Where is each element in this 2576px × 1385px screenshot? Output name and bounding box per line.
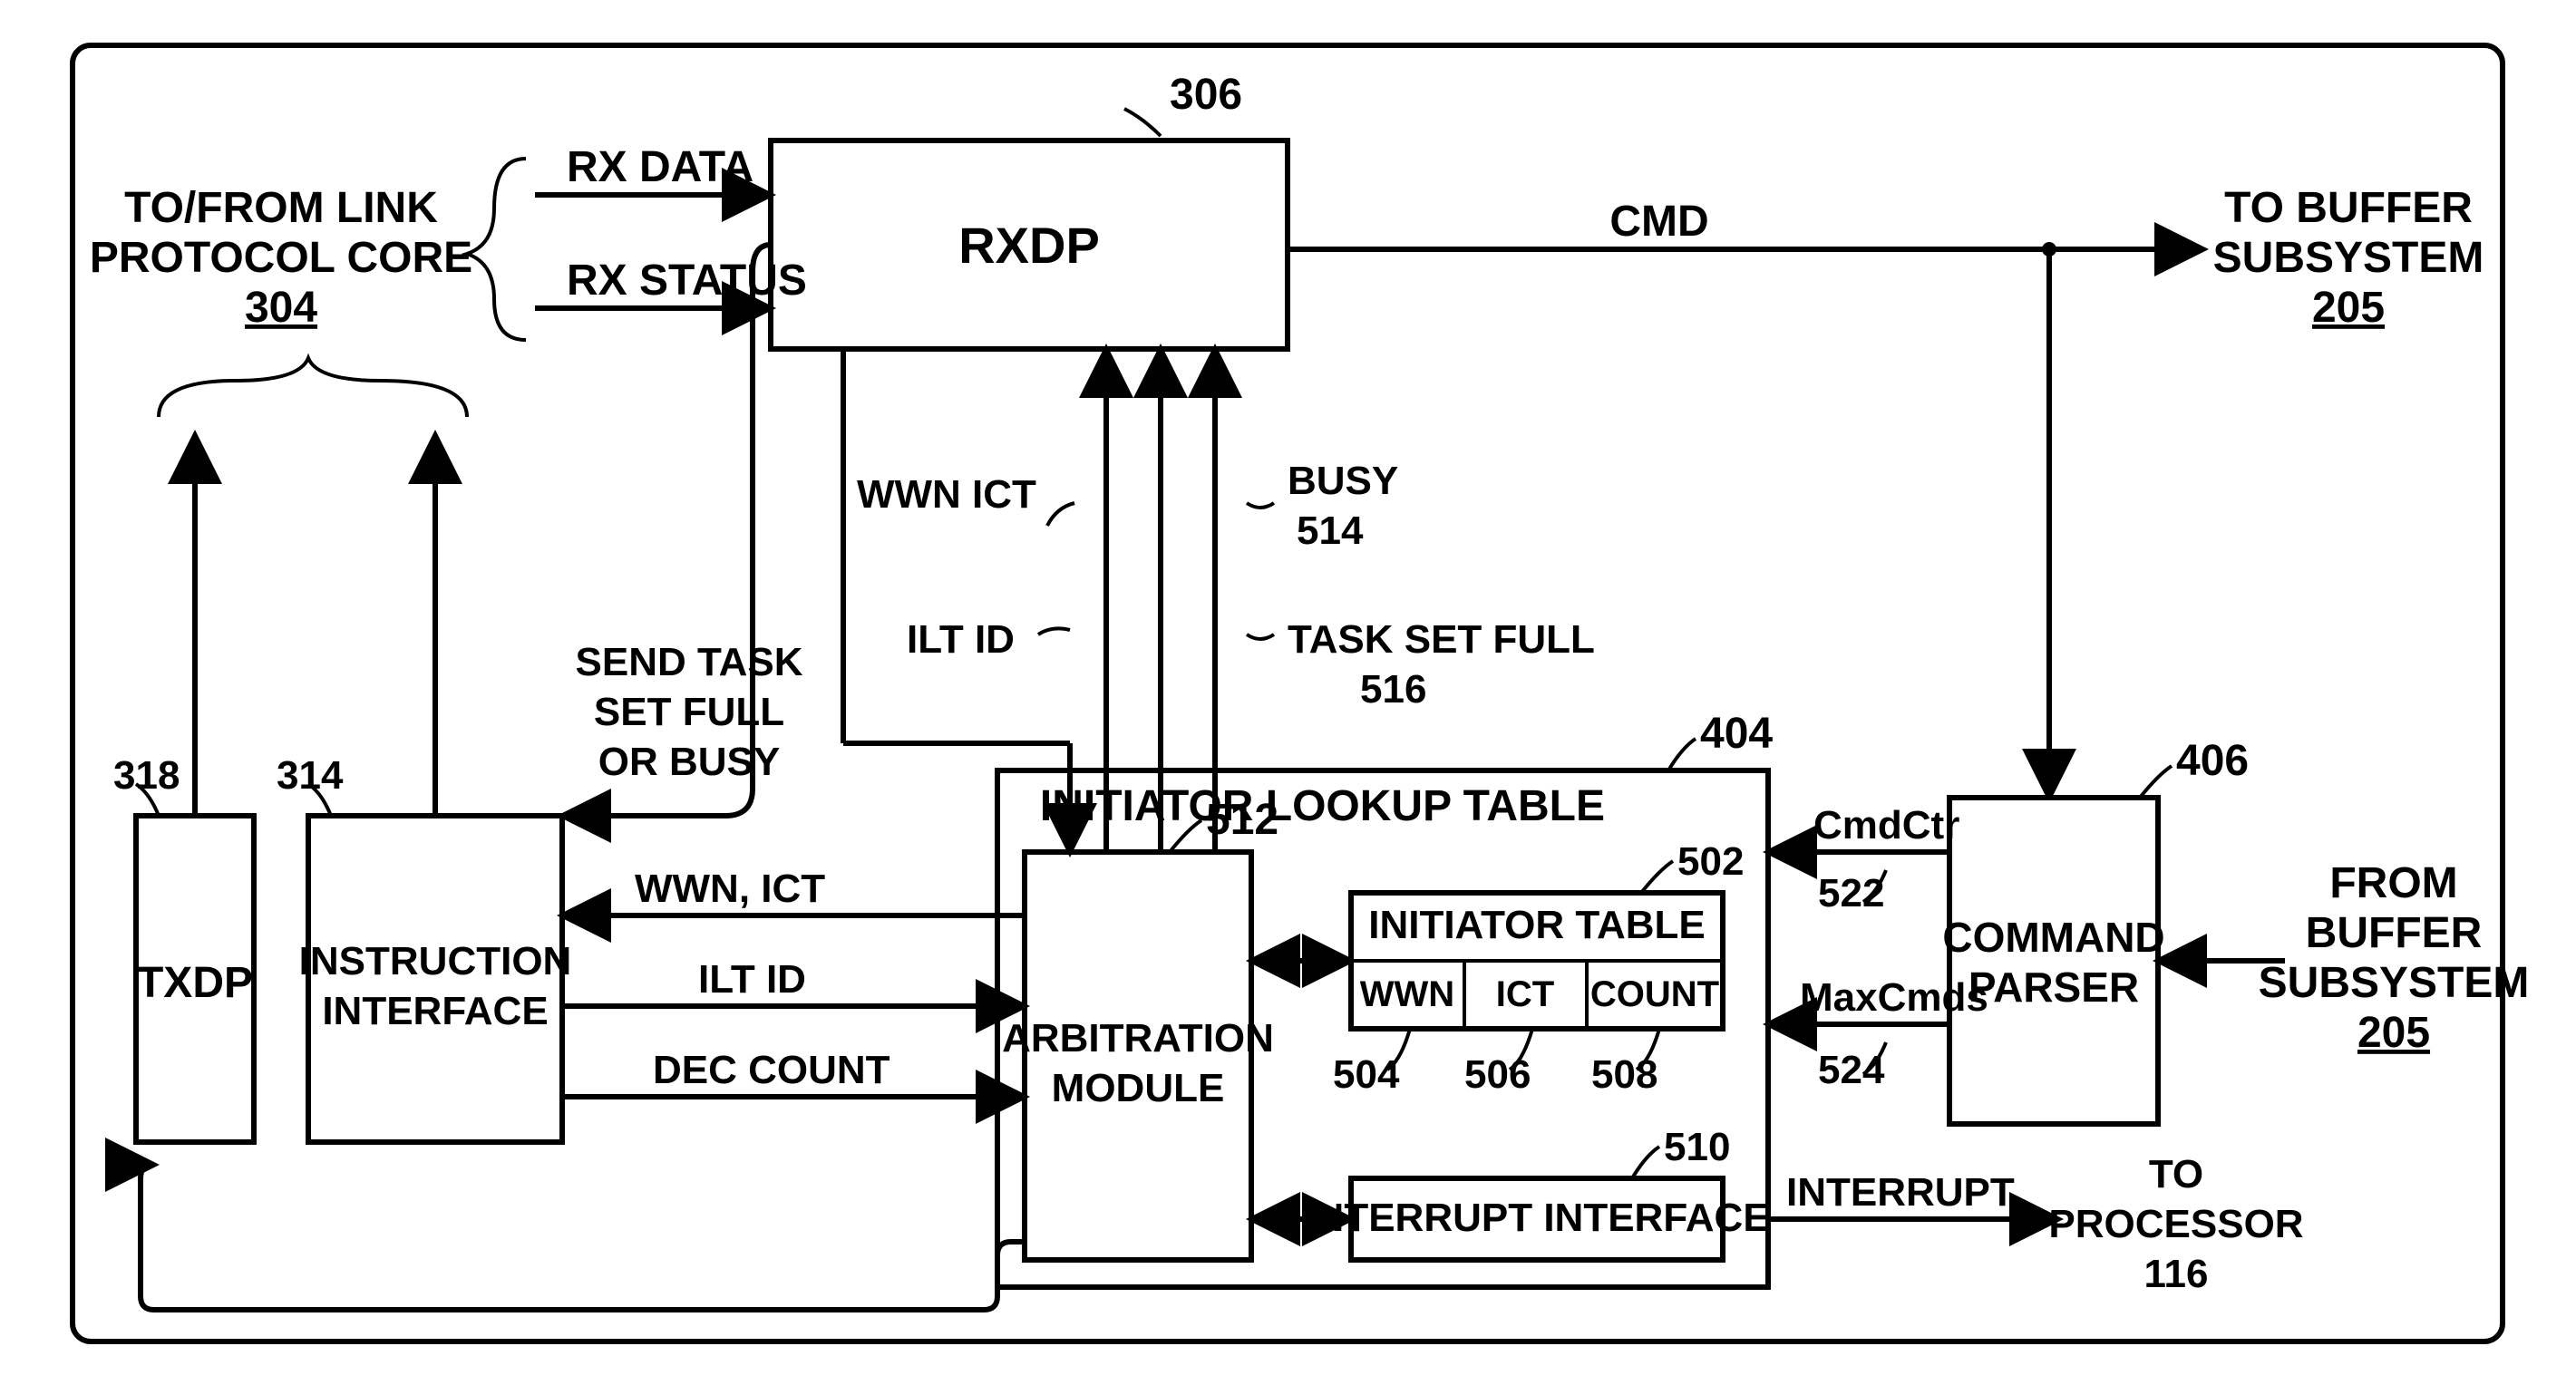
busy-ref: 514 — [1297, 508, 1364, 553]
cmdctr-ref: 522 — [1818, 871, 1884, 915]
interrupt-if-label: INTERRUPT INTERFACE — [1304, 1196, 1769, 1240]
col2-ref: 506 — [1464, 1052, 1531, 1097]
interrupt-if-ref: 510 — [1664, 1125, 1730, 1169]
link-core-ref: 304 — [245, 284, 317, 332]
col-ict: ICT — [1496, 974, 1554, 1014]
wwn-ict-label: WWN ICT — [857, 472, 1036, 517]
initiator-table-label: INITIATOR TABLE — [1368, 903, 1706, 947]
instr-ref: 314 — [277, 753, 344, 798]
command-parser-block — [1949, 798, 2158, 1124]
ilt-id2: ILT ID — [698, 957, 806, 1002]
to-proc-ref: 116 — [2144, 1252, 2209, 1296]
sendtask3: OR BUSY — [598, 740, 780, 784]
txdp-label: TXDP — [137, 959, 253, 1007]
maxcmds-label: MaxCmds — [1800, 975, 1988, 1020]
rxdp-ref: 306 — [1170, 71, 1242, 119]
cmd-parser-ref: 406 — [2176, 737, 2249, 785]
sendtask2: SET FULL — [594, 690, 784, 734]
rx-data-label: RX DATA — [567, 143, 753, 191]
arb-1: ARBITRATION — [1002, 1016, 1274, 1061]
cmd-parser-2: PARSER — [1968, 964, 2139, 1011]
col-wwn: WWN — [1360, 974, 1454, 1014]
tsf-ref: 516 — [1360, 667, 1426, 712]
to-buffer-1: TO BUFFER — [2224, 184, 2473, 232]
maxcmds-ref: 524 — [1818, 1048, 1885, 1092]
ilt-label: INITIATOR LOOKUP TABLE — [1040, 782, 1605, 830]
tsf-label: TASK SET FULL — [1288, 617, 1595, 662]
from-buffer-1: FROM — [2329, 859, 2457, 907]
dec-count: DEC COUNT — [653, 1048, 890, 1092]
wwn-ict2: WWN, ICT — [635, 867, 825, 911]
from-buffer-3: SUBSYSTEM — [2259, 959, 2530, 1007]
to-buffer-ref: 205 — [2312, 284, 2385, 332]
col-count: COUNT — [1590, 974, 1719, 1014]
to-proc-2: PROCESSOR — [2048, 1202, 2303, 1246]
from-buffer-ref: 205 — [2357, 1009, 2430, 1057]
rxdp-label: RXDP — [958, 217, 1100, 274]
from-buffer-2: BUFFER — [2306, 909, 2483, 957]
col3-ref: 508 — [1591, 1052, 1657, 1097]
link-core-1: TO/FROM LINK — [124, 184, 438, 232]
instr-1: INSTRUCTION — [299, 939, 572, 983]
txdp-ref: 318 — [113, 753, 180, 798]
instr-2: INTERFACE — [322, 989, 548, 1033]
cmd-label: CMD — [1609, 198, 1708, 246]
cmdctr-label: CmdCtr — [1813, 803, 1959, 847]
cmd-parser-1: COMMAND — [1942, 914, 2164, 961]
rx-status-label: RX STATUS — [567, 257, 807, 305]
init-table-ref: 502 — [1677, 839, 1744, 884]
interrupt-label: INTERRUPT — [1786, 1170, 2015, 1215]
to-proc-1: TO — [2149, 1152, 2203, 1196]
col1-ref: 504 — [1333, 1052, 1400, 1097]
busy-label: BUSY — [1288, 459, 1398, 503]
link-core-2: PROTOCOL CORE — [90, 234, 472, 282]
arb-2: MODULE — [1052, 1066, 1225, 1110]
ilt-ref: 404 — [1700, 710, 1773, 758]
arb-to-txdp — [141, 1165, 1025, 1310]
sendtask1: SEND TASK — [576, 640, 803, 684]
ilt-id-label: ILT ID — [907, 617, 1015, 662]
to-buffer-2: SUBSYSTEM — [2213, 234, 2484, 282]
